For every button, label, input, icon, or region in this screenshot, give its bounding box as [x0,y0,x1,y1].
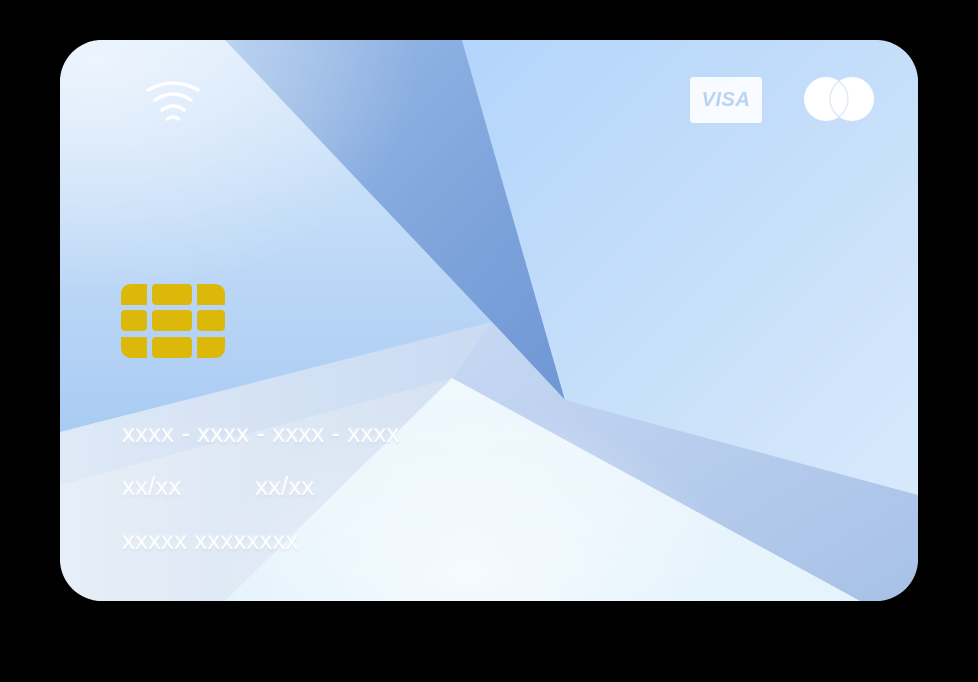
mastercard-logo [804,77,874,121]
expiry-date: xx/xx [255,471,315,501]
card-number: xxxx - xxxx - xxxx - xxxx [122,418,400,448]
scene: VISA xxxx - xxxx - xxxx - xxxx xx/xx xx/… [0,0,978,682]
cardholder-name: xxxxx xxxxxxxx [122,525,299,555]
contactless-icon [146,81,200,121]
chip-icon [121,284,225,358]
visa-logo: VISA [690,77,762,123]
credit-card: VISA xxxx - xxxx - xxxx - xxxx xx/xx xx/… [60,40,918,601]
valid-from-date: xx/xx [122,471,182,501]
